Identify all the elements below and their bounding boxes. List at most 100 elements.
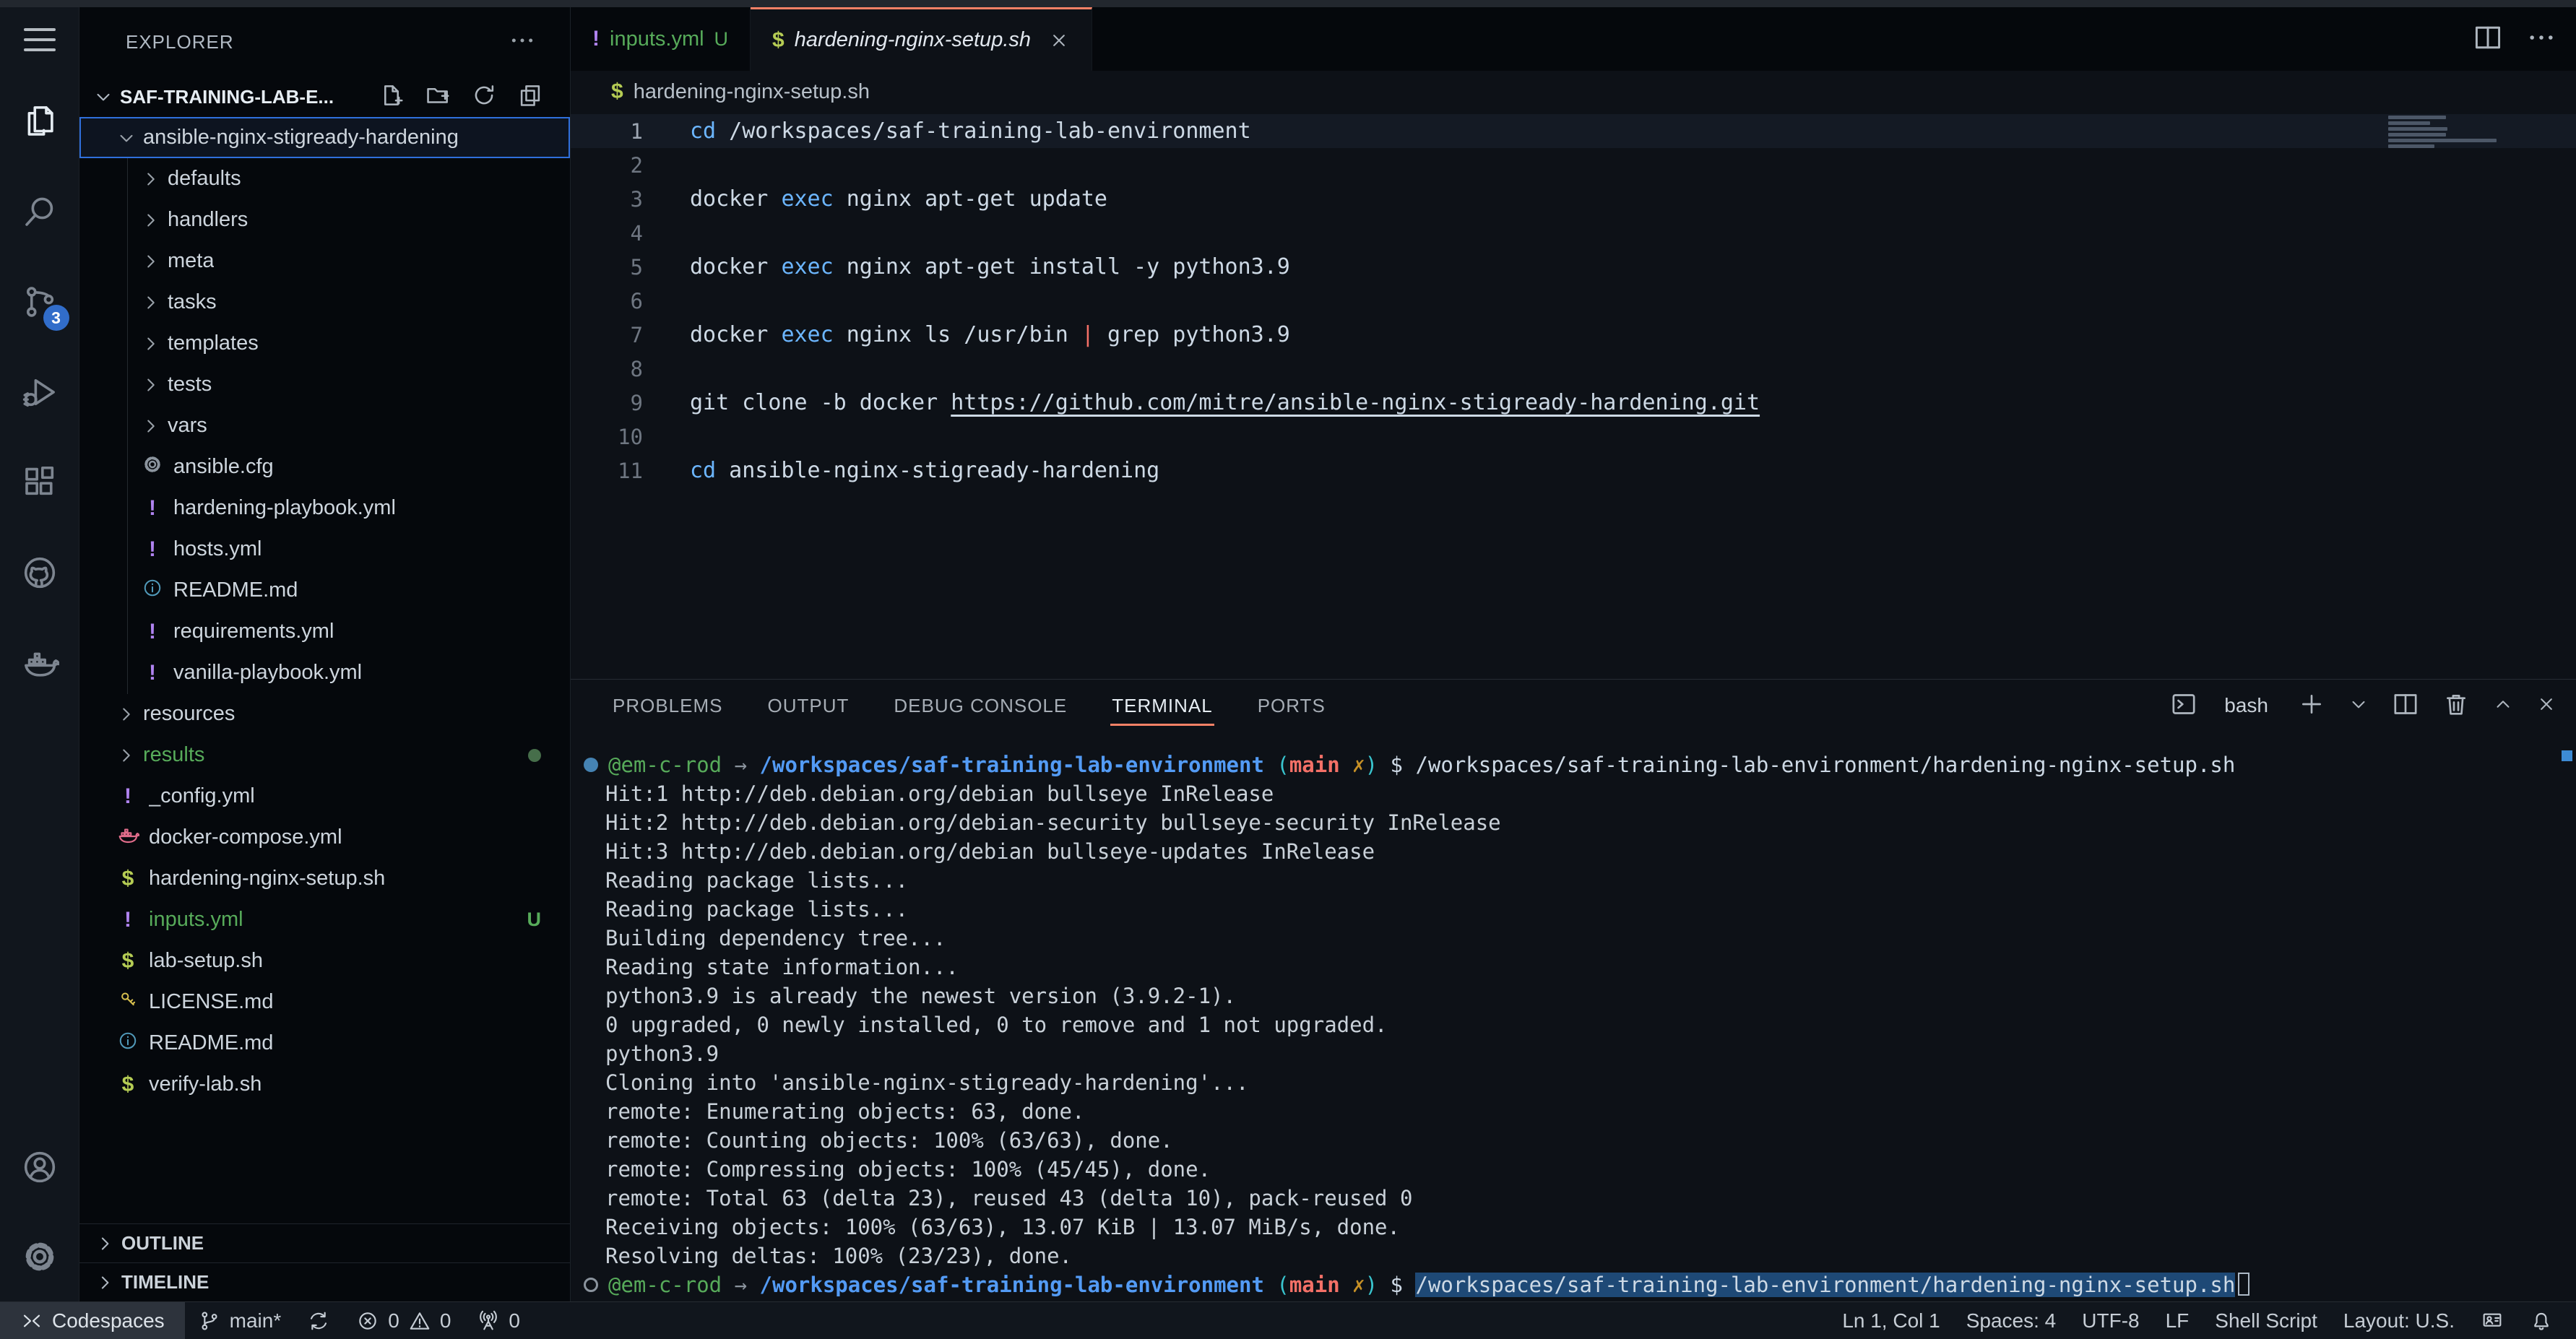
chevron-down-icon — [116, 127, 137, 149]
chevron-right-icon — [140, 333, 162, 355]
activity-extensions[interactable] — [0, 437, 79, 527]
branch-icon — [198, 1309, 221, 1332]
more-button[interactable] — [2525, 22, 2557, 57]
panel-tab-problems[interactable]: PROBLEMS — [611, 685, 725, 727]
activity-accounts[interactable] — [0, 1122, 79, 1212]
tree-item--config-yml[interactable]: !_config.yml — [79, 776, 570, 817]
split-terminal-button[interactable] — [2391, 690, 2420, 722]
info-icon — [117, 1030, 139, 1052]
new-terminal-button[interactable] — [2297, 690, 2326, 722]
status-git-branch[interactable]: main* — [185, 1302, 295, 1339]
tree-item-inputs-yml[interactable]: !inputs.ymlU — [79, 899, 570, 940]
minimap[interactable] — [2388, 116, 2511, 150]
status-notifications[interactable] — [2517, 1302, 2566, 1339]
tree-item-label: LICENSE.md — [149, 990, 273, 1014]
tree-item-verify-lab-sh[interactable]: $verify-lab.sh — [79, 1064, 570, 1105]
tree-item-templates[interactable]: templates — [79, 323, 570, 364]
outline-section[interactable]: OUTLINE — [79, 1223, 570, 1262]
editor-line-6: 6 — [571, 284, 2576, 318]
panel-tab-output[interactable]: OUTPUT — [766, 685, 851, 727]
tab-hardening-nginx-setup-sh[interactable]: $hardening-nginx-setup.sh — [751, 7, 1092, 71]
editor-column: !inputs.ymlU$hardening-nginx-setup.sh $ … — [571, 7, 2576, 1301]
minimap-line — [2388, 127, 2447, 131]
tree-item-defaults[interactable]: defaults — [79, 158, 570, 199]
activity-github[interactable] — [0, 527, 79, 618]
terminal[interactable]: @em-c-rod → /workspaces/saf-training-lab… — [571, 732, 2576, 1301]
tree-item-requirements-yml[interactable]: !requirements.yml — [79, 611, 570, 652]
tree-item-resources[interactable]: resources — [79, 693, 570, 734]
explorer-more-button[interactable] — [508, 26, 537, 58]
tree-item-handlers[interactable]: handlers — [79, 199, 570, 240]
tree-item-readme-md[interactable]: README.md — [79, 1023, 570, 1064]
status-feedback[interactable] — [2468, 1302, 2517, 1339]
activity-source-control[interactable]: 3 — [0, 256, 79, 347]
tab-bar: !inputs.ymlU$hardening-nginx-setup.sh — [571, 7, 2576, 71]
panel-tab-terminal[interactable]: TERMINAL — [1110, 685, 1214, 727]
activity-settings[interactable] — [0, 1212, 79, 1301]
status-language-mode[interactable]: Shell Script — [2202, 1302, 2330, 1339]
collapse-all-button[interactable] — [517, 82, 544, 113]
chevron-right-icon — [116, 745, 137, 766]
status-problems[interactable]: 00 — [343, 1302, 464, 1339]
activity-run-and-debug[interactable] — [0, 347, 79, 437]
tree-item-hardening-playbook-yml[interactable]: !hardening-playbook.yml — [79, 488, 570, 529]
tree-item-hardening-nginx-setup-sh[interactable]: $hardening-nginx-setup.sh — [79, 858, 570, 899]
activity-search[interactable] — [0, 166, 79, 256]
tree-item-docker-compose-yml[interactable]: docker-compose.yml — [79, 817, 570, 858]
tree-item-ansible-nginx-stigready-hardening[interactable]: ansible-nginx-stigready-hardening — [79, 117, 570, 158]
terminal-shell-icon — [2169, 690, 2198, 722]
panel-tab-debug-console[interactable]: DEBUG CONSOLE — [892, 685, 1068, 727]
tree-item-hosts-yml[interactable]: !hosts.yml — [79, 529, 570, 570]
terminal-dropdown-button[interactable] — [2348, 693, 2369, 719]
docker-icon — [116, 823, 139, 846]
file-tree: ansible-nginx-stigready-hardening default… — [79, 117, 570, 1223]
breadcrumb[interactable]: $ hardening-nginx-setup.sh — [571, 71, 2576, 113]
error-icon — [356, 1309, 379, 1332]
tree-item-tests[interactable]: tests — [79, 364, 570, 405]
refresh-button[interactable] — [470, 82, 498, 113]
tab-inputs-yml[interactable]: !inputs.ymlU — [571, 7, 751, 71]
sync-icon — [307, 1309, 330, 1332]
split-editor-button[interactable] — [2472, 22, 2504, 57]
new-file-button[interactable] — [378, 82, 405, 113]
tree-item-label: tasks — [168, 290, 217, 314]
window-top-strip — [0, 0, 2576, 7]
activity-docker[interactable] — [0, 618, 79, 708]
tree-item-tasks[interactable]: tasks — [79, 282, 570, 323]
activity-explorer[interactable] — [0, 76, 79, 166]
status-encoding[interactable]: UTF-8 — [2069, 1302, 2152, 1339]
status-keyboard-layout[interactable]: Layout: U.S. — [2330, 1302, 2468, 1339]
timeline-section[interactable]: TIMELINE — [79, 1262, 570, 1301]
tree-item-label: defaults — [168, 167, 241, 191]
tree-item-readme-md[interactable]: README.md — [79, 570, 570, 611]
tree-item-meta[interactable]: meta — [79, 240, 570, 282]
panel-tab-ports[interactable]: PORTS — [1256, 685, 1327, 727]
chevron-up-icon — [2492, 693, 2514, 715]
status-eol[interactable]: LF — [2153, 1302, 2203, 1339]
terminal-scrollbar-thumb[interactable] — [2562, 750, 2572, 761]
tree-item-ansible-cfg[interactable]: ansible.cfg — [79, 446, 570, 488]
new-folder-button[interactable] — [424, 82, 451, 113]
terminal-output-line: Receiving objects: 100% (63/63), 13.07 K… — [584, 1213, 2576, 1242]
status-indentation[interactable]: Spaces: 4 — [1953, 1302, 2070, 1339]
tree-item-lab-setup-sh[interactable]: $lab-setup.sh — [79, 940, 570, 982]
status-cursor-position[interactable]: Ln 1, Col 1 — [1829, 1302, 1953, 1339]
workspace-section-header[interactable]: SAF-TRAINING-LAB-E... — [79, 77, 570, 117]
tree-item-vanilla-playbook-yml[interactable]: !vanilla-playbook.yml — [79, 652, 570, 693]
maximize-panel-button[interactable] — [2492, 693, 2514, 719]
new-file-icon — [378, 82, 405, 109]
radio-tower-icon — [477, 1309, 500, 1332]
tree-item-results[interactable]: results — [79, 734, 570, 776]
tree-item-license-md[interactable]: LICENSE.md — [79, 982, 570, 1023]
status-ports[interactable]: 0 — [464, 1302, 533, 1339]
status-git-sync[interactable] — [294, 1302, 343, 1339]
menu-button[interactable] — [0, 22, 79, 58]
tree-item-vars[interactable]: vars — [79, 405, 570, 446]
kill-terminal-button[interactable] — [2442, 690, 2471, 722]
terminal-output-line: Hit:3 http://deb.debian.org/debian bulls… — [584, 837, 2576, 866]
close-panel-button[interactable] — [2536, 693, 2557, 719]
status-codespaces-remote[interactable]: Codespaces — [0, 1302, 185, 1339]
editor-line-9: 9git clone -b docker https://github.com/… — [571, 386, 2576, 420]
editor[interactable]: 1cd /workspaces/saf-training-lab-environ… — [571, 113, 2576, 679]
close-tab-button[interactable] — [1048, 30, 1070, 51]
